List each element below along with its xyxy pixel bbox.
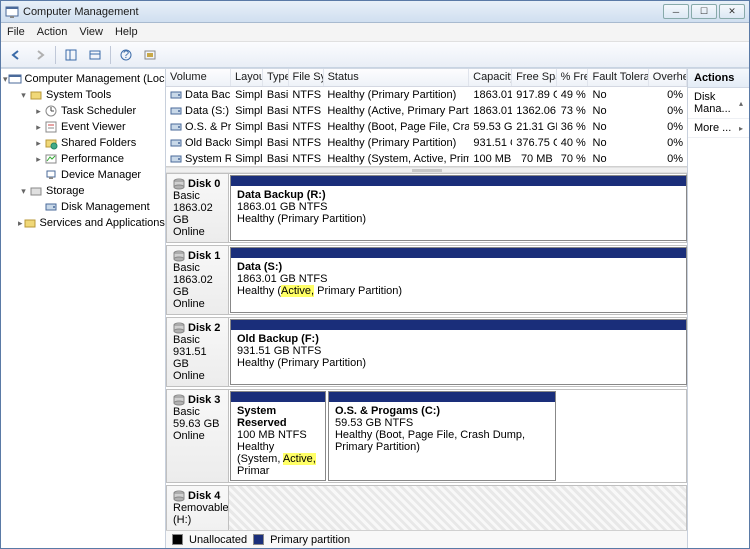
tree-device-manager[interactable]: Device Manager [33, 167, 163, 183]
disk-label: Disk 0Basic1863.02 GBOnline [166, 173, 228, 243]
actions-disk-management[interactable]: Disk Mana...▴ [688, 88, 749, 119]
tree-shared-folders[interactable]: ▸Shared Folders [33, 135, 163, 151]
middle-pane: Volume Layout Type File System Status Ca… [166, 69, 687, 548]
legend-primary-label: Primary partition [270, 534, 350, 546]
disk-icon [173, 490, 185, 502]
menubar: File Action View Help [1, 23, 749, 42]
disk-label: Disk 1Basic1863.02 GBOnline [166, 245, 228, 315]
tree-disk-management[interactable]: Disk Management [33, 199, 163, 215]
disk-partitions [228, 485, 687, 530]
disk-partitions: Data (S:)1863.01 GB NTFSHealthy (Active,… [228, 245, 687, 315]
tree-root[interactable]: ▾Computer Management (Local) [3, 71, 163, 87]
volume-row[interactable]: O.S. & Progams (C:)SimpleBasicNTFSHealth… [166, 119, 687, 135]
titlebar: Computer Management ─ ☐ ✕ [1, 1, 749, 23]
legend-unallocated-swatch [172, 534, 183, 545]
refresh-button[interactable] [84, 45, 106, 65]
window-title: Computer Management [23, 6, 661, 18]
menu-file[interactable]: File [7, 26, 25, 38]
col-overhead[interactable]: Overhead [649, 69, 687, 86]
tree-system-tools[interactable]: ▾System Tools [18, 87, 163, 103]
col-capacity[interactable]: Capacity [469, 69, 512, 86]
tree-storage[interactable]: ▾Storage [18, 183, 163, 199]
svg-text:?: ? [123, 49, 129, 61]
window-buttons: ─ ☐ ✕ [661, 4, 745, 19]
actions-more[interactable]: More ...▸ [688, 119, 749, 138]
disk-block[interactable]: Disk 2Basic931.51 GBOnlineOld Backup (F:… [166, 317, 687, 387]
disk-label: Disk 4Removable (H:)No Media [166, 485, 228, 530]
disk-icon [173, 250, 185, 262]
volume-row[interactable]: Data Backup (R:)SimpleBasicNTFSHealthy (… [166, 87, 687, 103]
drive-icon [170, 153, 182, 165]
volume-header[interactable]: Volume Layout Type File System Status Ca… [166, 69, 687, 87]
forward-button[interactable] [29, 45, 51, 65]
tree-services[interactable]: ▸Services and Applications [18, 215, 163, 231]
drive-icon [170, 121, 182, 133]
disk-block[interactable]: Disk 1Basic1863.02 GBOnlineData (S:)1863… [166, 245, 687, 315]
collapse-icon: ▴ [739, 99, 743, 108]
menu-action[interactable]: Action [37, 26, 68, 38]
col-fault-tolerance[interactable]: Fault Tolerance [588, 69, 648, 86]
disk-block[interactable]: Disk 0Basic1863.02 GBOnlineData Backup (… [166, 173, 687, 243]
disk-block[interactable]: Disk 4Removable (H:)No Media [166, 485, 687, 530]
volume-row[interactable]: Data (S:)SimpleBasicNTFSHealthy (Active,… [166, 103, 687, 119]
disk-partitions: Data Backup (R:)1863.01 GB NTFSHealthy (… [228, 173, 687, 243]
horizontal-splitter[interactable] [166, 167, 687, 173]
disk-icon [173, 178, 185, 190]
partition[interactable]: Data (S:)1863.01 GB NTFSHealthy (Active,… [230, 247, 687, 313]
tree-pane[interactable]: ▾Computer Management (Local) ▾System Too… [1, 69, 166, 548]
drive-icon [170, 137, 182, 149]
partition[interactable]: Old Backup (F:)931.51 GB NTFSHealthy (Pr… [230, 319, 687, 385]
disk-label: Disk 3Basic59.63 GBOnline [166, 389, 228, 483]
disk-map[interactable]: Disk 0Basic1863.02 GBOnlineData Backup (… [166, 173, 687, 530]
legend-primary-swatch [253, 534, 264, 545]
computer-management-window: Computer Management ─ ☐ ✕ File Action Vi… [0, 0, 750, 549]
volume-list[interactable]: Volume Layout Type File System Status Ca… [166, 69, 687, 167]
actions-header: Actions [688, 69, 749, 88]
menu-help[interactable]: Help [115, 26, 138, 38]
minimize-button[interactable]: ─ [663, 4, 689, 19]
col-status[interactable]: Status [324, 69, 470, 86]
disk-partitions: Old Backup (F:)931.51 GB NTFSHealthy (Pr… [228, 317, 687, 387]
volume-row[interactable]: System ReservedSimpleBasicNTFSHealthy (S… [166, 151, 687, 167]
show-hide-button[interactable] [60, 45, 82, 65]
tree-task-scheduler[interactable]: ▸Task Scheduler [33, 103, 163, 119]
help-button[interactable]: ? [115, 45, 137, 65]
toolbar: ? [1, 42, 749, 68]
chevron-right-icon: ▸ [739, 124, 743, 133]
close-button[interactable]: ✕ [719, 4, 745, 19]
menu-view[interactable]: View [79, 26, 103, 38]
volume-row[interactable]: Old Backup (F:)SimpleBasicNTFSHealthy (P… [166, 135, 687, 151]
col-free[interactable]: Free Space [512, 69, 557, 86]
disk-partitions: System Reserved100 MB NTFSHealthy (Syste… [228, 389, 687, 483]
partition[interactable]: System Reserved100 MB NTFSHealthy (Syste… [230, 391, 326, 481]
actions-pane: Actions Disk Mana...▴ More ...▸ [687, 69, 749, 548]
partition[interactable]: O.S. & Progams (C:)59.53 GB NTFSHealthy … [328, 391, 557, 481]
col-filesystem[interactable]: File System [289, 69, 324, 86]
disk-icon [173, 394, 185, 406]
disk-label: Disk 2Basic931.51 GBOnline [166, 317, 228, 387]
legend-unallocated-label: Unallocated [189, 534, 247, 546]
partition[interactable]: Data Backup (R:)1863.01 GB NTFSHealthy (… [230, 175, 687, 241]
back-button[interactable] [5, 45, 27, 65]
col-pct-free[interactable]: % Free [557, 69, 589, 86]
col-volume[interactable]: Volume [166, 69, 231, 86]
drive-icon [170, 89, 182, 101]
maximize-button[interactable]: ☐ [691, 4, 717, 19]
legend: Unallocated Primary partition [166, 530, 687, 548]
tree-event-viewer[interactable]: ▸Event Viewer [33, 119, 163, 135]
settings-button[interactable] [139, 45, 161, 65]
disk-icon [173, 322, 185, 334]
app-icon [5, 5, 19, 19]
col-layout[interactable]: Layout [231, 69, 263, 86]
drive-icon [170, 105, 182, 117]
tree-performance[interactable]: ▸Performance [33, 151, 163, 167]
disk-block[interactable]: Disk 3Basic59.63 GBOnlineSystem Reserved… [166, 389, 687, 483]
col-type[interactable]: Type [263, 69, 289, 86]
content-area: ▾Computer Management (Local) ▾System Too… [1, 68, 749, 548]
